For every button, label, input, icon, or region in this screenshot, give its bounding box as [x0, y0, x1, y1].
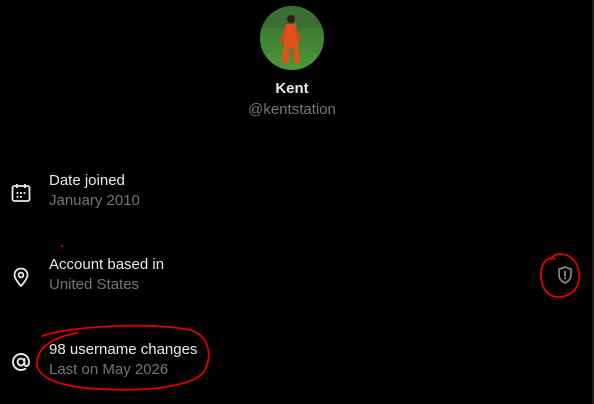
about-row-username-changes: 98 username changes Last on May 2026	[0, 341, 594, 385]
row-title: Account based in	[49, 256, 165, 273]
shield-alert-icon[interactable]	[554, 264, 576, 286]
profile-handle: @kentstation	[248, 101, 336, 118]
at-sign-icon	[10, 351, 32, 373]
row-title: Date joined	[49, 172, 125, 189]
about-row-account-based-in: Account based in United States	[0, 256, 594, 300]
row-subtitle: United States	[49, 276, 140, 293]
location-pin-icon	[10, 266, 32, 288]
row-title: 98 username changes	[49, 341, 198, 358]
row-subtitle: January 2010	[49, 192, 140, 209]
profile-name: Kent	[275, 80, 309, 97]
about-row-date-joined: Date joined January 2010	[0, 172, 594, 216]
calendar-icon	[10, 182, 32, 204]
avatar[interactable]	[260, 6, 324, 70]
row-subtitle: Last on May 2026	[49, 361, 169, 378]
